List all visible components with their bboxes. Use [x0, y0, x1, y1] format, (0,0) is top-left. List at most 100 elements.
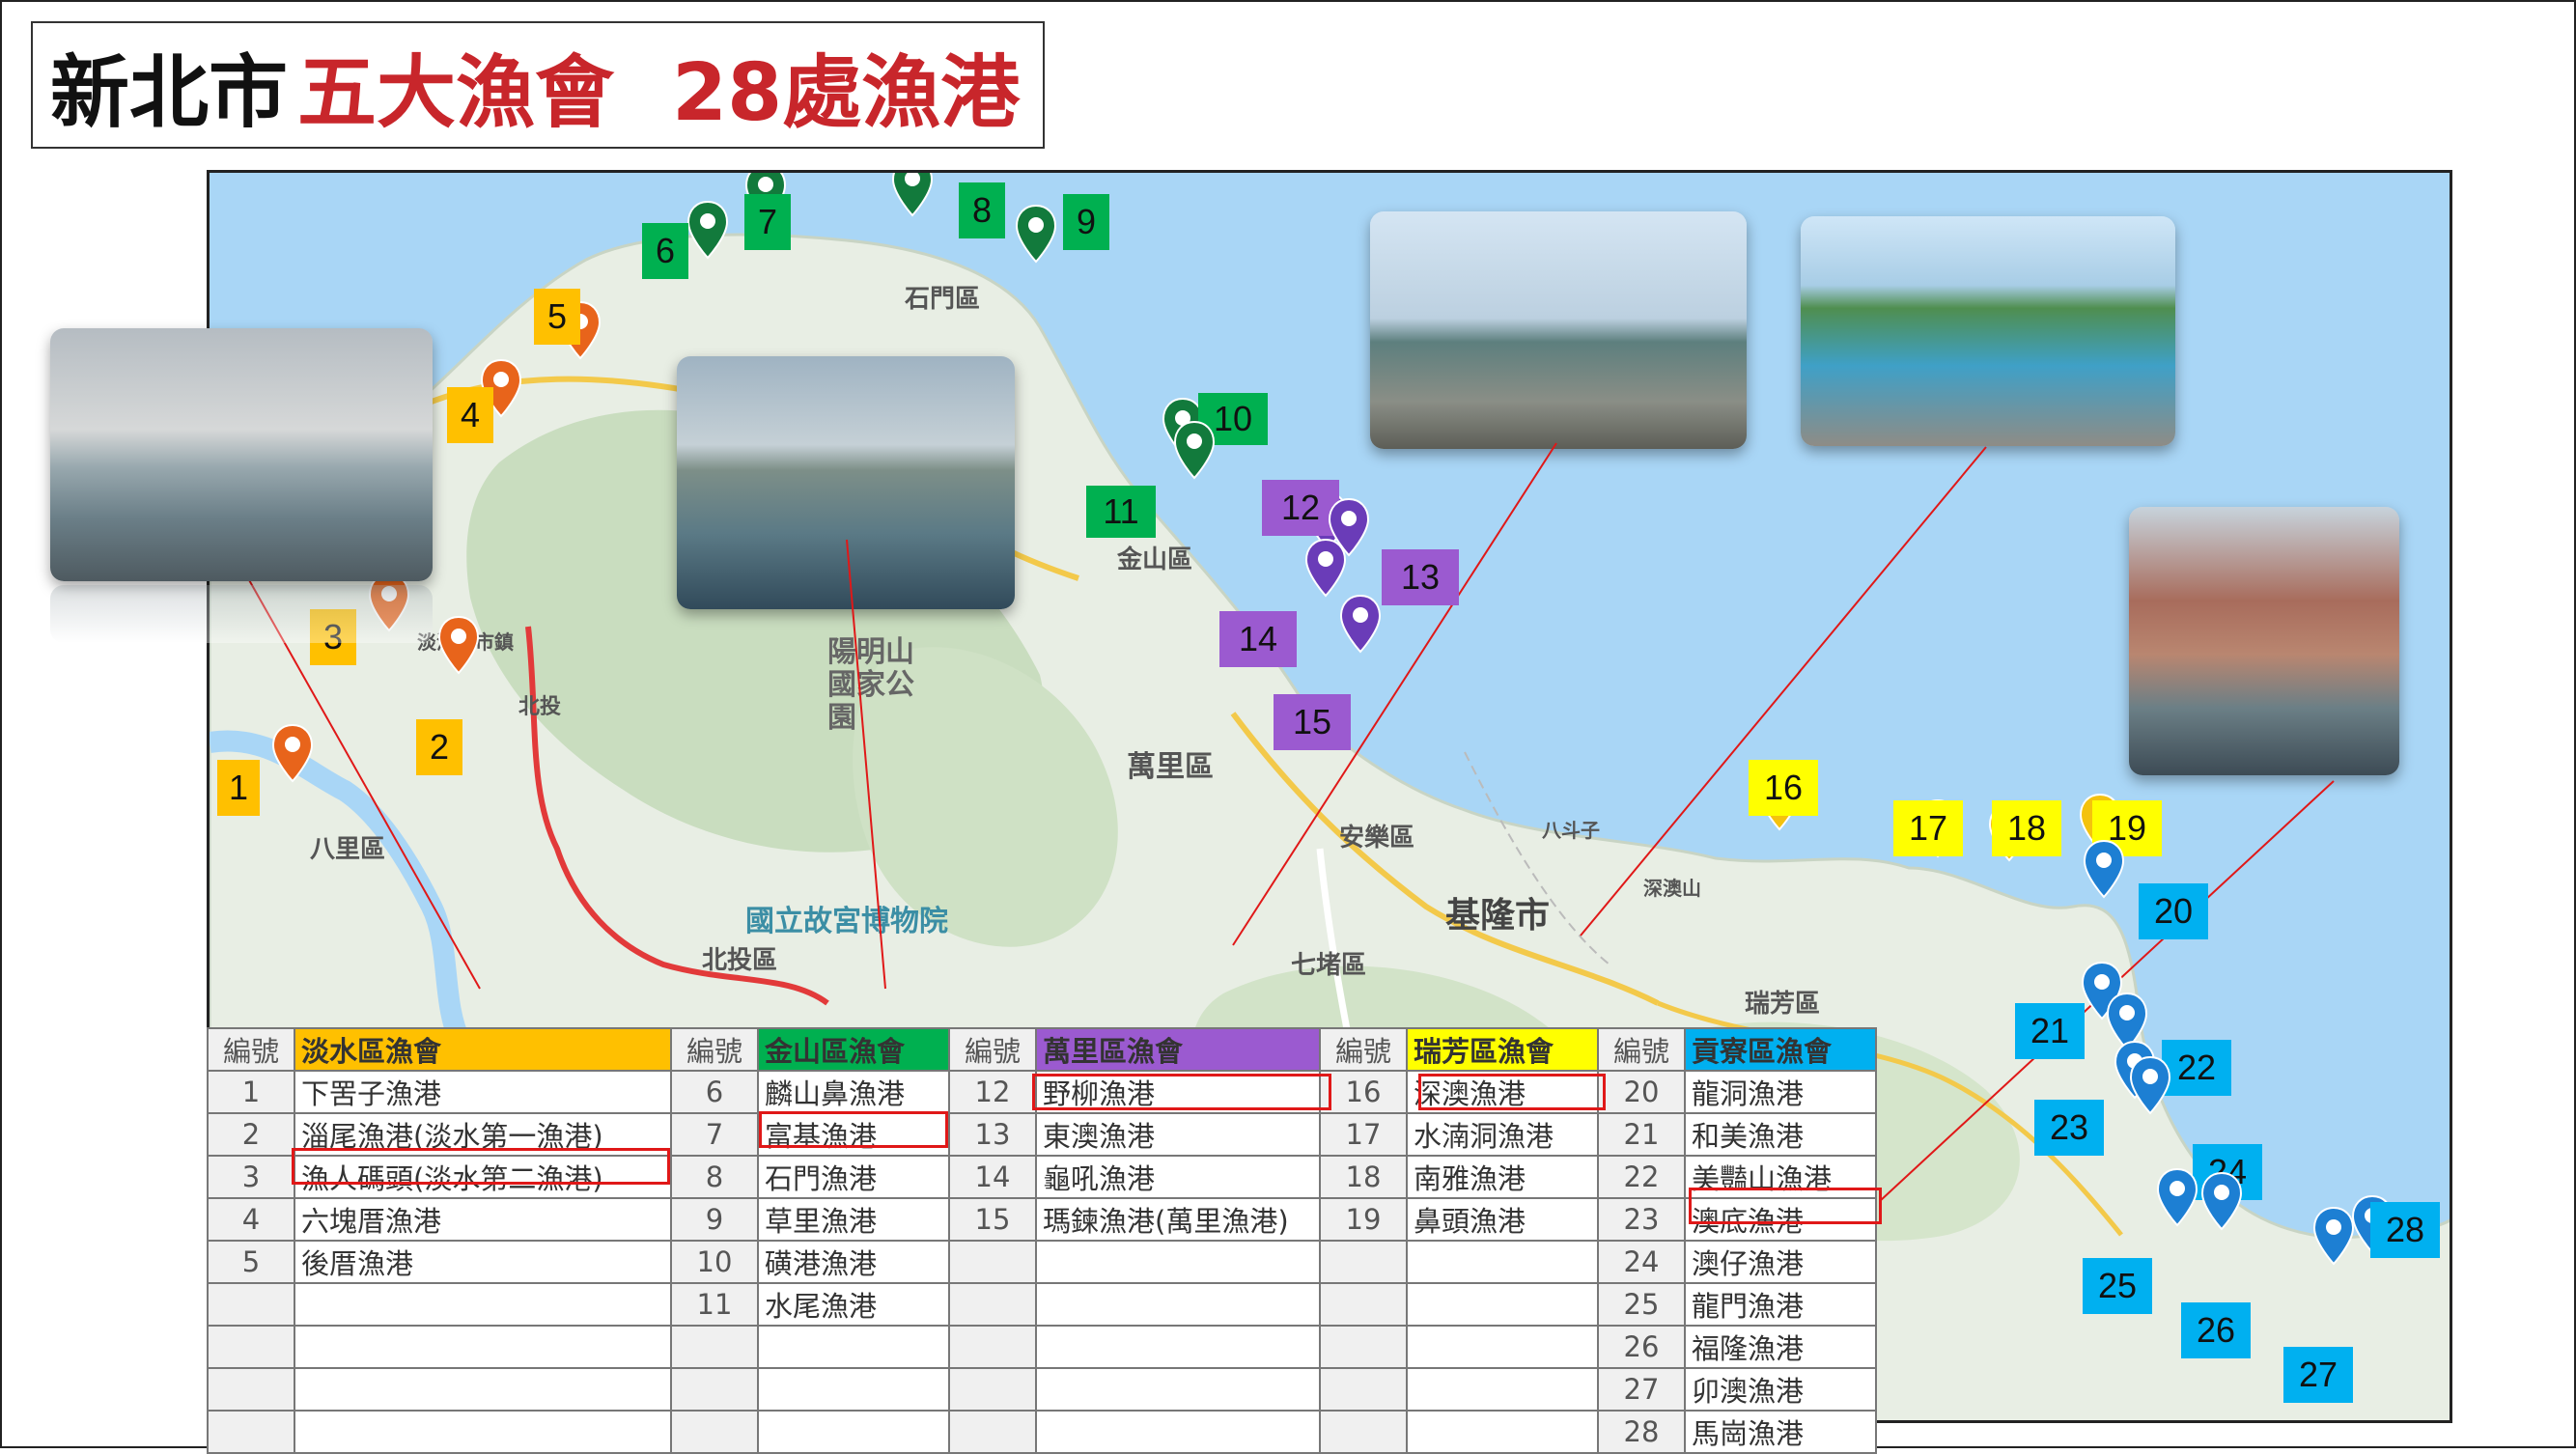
- cell-port-number: 26: [1597, 1325, 1686, 1369]
- port-number-label: 7: [744, 194, 791, 250]
- cell-port-number: 22: [1597, 1155, 1686, 1199]
- cell-port-number: 20: [1597, 1070, 1686, 1114]
- cell-port-name: [1406, 1367, 1599, 1412]
- map-label-beitou-n: 北投: [518, 695, 562, 719]
- cell-port-number: 24: [1597, 1240, 1686, 1284]
- cell-port-number: 4: [207, 1197, 295, 1242]
- map-pin-icon[interactable]: [891, 170, 934, 217]
- port-number-label: 13: [1382, 549, 1459, 605]
- map-label-badouzi: 八斗子: [1542, 819, 1600, 842]
- title-associations: 五大漁會: [297, 46, 615, 139]
- table-row: 28 馬崗漁港: [207, 1410, 1877, 1454]
- cell-port-name: 六塊厝漁港: [294, 1197, 672, 1242]
- harbor-photo-shenao: [1370, 211, 1747, 449]
- cell-port-number: [1319, 1282, 1408, 1327]
- cell-port-number: [207, 1282, 295, 1327]
- cell-port-name: [294, 1325, 672, 1369]
- cell-port-number: [1319, 1367, 1408, 1412]
- col-header-tamsui: 淡水區漁會: [294, 1027, 672, 1072]
- cell-port-name: [294, 1410, 672, 1454]
- col-header-no: 編號: [670, 1027, 759, 1072]
- map-pin-icon[interactable]: [2156, 1167, 2198, 1227]
- map-pin-icon[interactable]: [1304, 538, 1347, 598]
- cell-port-name: [294, 1282, 672, 1327]
- table-row: 5 後厝漁港 10 磺港漁港 24 澳仔漁港: [207, 1240, 1877, 1284]
- cell-port-number: 1: [207, 1070, 295, 1114]
- map-label-jinshan: 金山區: [1117, 545, 1193, 574]
- port-number-label: 4: [447, 387, 493, 443]
- cell-port-number: [207, 1367, 295, 1412]
- port-number-label: 20: [2139, 883, 2208, 939]
- cell-port-name: 水湳洞漁港: [1406, 1112, 1599, 1157]
- port-number-label: 1: [217, 760, 260, 816]
- cell-port-name: 瑪鍊漁港(萬里漁港): [1035, 1197, 1321, 1242]
- cell-port-name: 和美漁港: [1684, 1112, 1877, 1157]
- map-pin-icon[interactable]: [686, 200, 729, 260]
- cell-port-number: [670, 1367, 759, 1412]
- cell-port-number: 14: [948, 1155, 1037, 1199]
- map-pin-icon[interactable]: [2083, 839, 2125, 899]
- cell-port-number: [670, 1325, 759, 1369]
- cell-port-number: 7: [670, 1112, 759, 1157]
- cell-port-number: [948, 1282, 1037, 1327]
- port-number-label: 9: [1063, 194, 1109, 250]
- cell-port-number: [207, 1410, 295, 1454]
- map-pin-icon[interactable]: [2312, 1206, 2355, 1266]
- map-label-wanli: 萬里區: [1127, 750, 1214, 784]
- map-label-shimen: 石門區: [905, 285, 981, 314]
- map-pin-icon[interactable]: [2200, 1171, 2243, 1231]
- port-number-label: 25: [2083, 1258, 2152, 1314]
- map-label-palace-museum: 國立故宮博物院: [745, 905, 948, 938]
- highlight-port-3: [292, 1148, 670, 1185]
- cell-port-number: 25: [1597, 1282, 1686, 1327]
- highlight-port-23: [1689, 1188, 1882, 1224]
- cell-port-number: 17: [1319, 1112, 1408, 1157]
- cell-port-name: 卯澳漁港: [1684, 1367, 1877, 1412]
- cell-port-name: 水尾漁港: [757, 1282, 950, 1327]
- cell-port-number: 6: [670, 1070, 759, 1114]
- cell-port-number: 21: [1597, 1112, 1686, 1157]
- cell-port-name: [757, 1325, 950, 1369]
- cell-port-number: 15: [948, 1197, 1037, 1242]
- port-number-label: 28: [2370, 1202, 2440, 1258]
- cell-port-name: 福隆漁港: [1684, 1325, 1877, 1369]
- cell-port-number: [1319, 1410, 1408, 1454]
- cell-port-name: 馬崗漁港: [1684, 1410, 1877, 1454]
- table-row: 4 六塊厝漁港 9 草里漁港 15 瑪鍊漁港(萬里漁港) 19 鼻頭漁港 23 澳底漁港: [207, 1197, 1877, 1242]
- cell-port-name: 麟山鼻漁港: [757, 1070, 950, 1114]
- cell-port-number: 3: [207, 1155, 295, 1199]
- col-header-no: 編號: [207, 1027, 295, 1072]
- port-number-label: 27: [2283, 1347, 2353, 1403]
- cell-port-name: [1406, 1325, 1599, 1369]
- port-number-label: 18: [1992, 800, 2061, 856]
- table-row: 11 水尾漁港 25 龍門漁港: [207, 1282, 1877, 1327]
- port-number-label: 8: [959, 182, 1005, 238]
- cell-port-number: [1319, 1240, 1408, 1284]
- highlight-port-7: [759, 1111, 948, 1148]
- cell-port-name: [1035, 1282, 1321, 1327]
- port-number-label: 16: [1749, 760, 1818, 816]
- port-number-label: 6: [642, 223, 688, 279]
- cell-port-number: 28: [1597, 1410, 1686, 1454]
- map-pin-icon[interactable]: [271, 723, 314, 783]
- col-header-no: 編號: [948, 1027, 1037, 1072]
- map-pin-icon[interactable]: [1015, 204, 1057, 264]
- cell-port-name: 後厝漁港: [294, 1240, 672, 1284]
- map-pin-icon[interactable]: [1339, 594, 1382, 654]
- map-pin-icon[interactable]: [437, 615, 480, 675]
- port-number-label: 21: [2015, 1003, 2085, 1059]
- map-label-bali: 八里區: [310, 835, 386, 864]
- cell-port-name: [294, 1367, 672, 1412]
- page-title: 新北市 五大漁會 28處漁港: [31, 21, 1045, 149]
- map-pin-icon[interactable]: [1173, 420, 1216, 480]
- harbor-photo-tamsui-reflection: [50, 585, 433, 643]
- port-number-label: 5: [534, 289, 580, 345]
- cell-port-name: 龜吼漁港: [1035, 1155, 1321, 1199]
- cell-port-name: [757, 1410, 950, 1454]
- port-number-label: 26: [2181, 1302, 2251, 1358]
- map-label-ruifang: 瑞芳區: [1745, 990, 1821, 1019]
- col-header-wanli: 萬里區漁會: [1035, 1027, 1321, 1072]
- port-number-label: 17: [1893, 800, 1963, 856]
- map-pin-icon[interactable]: [2129, 1055, 2171, 1115]
- cell-port-name: [1035, 1325, 1321, 1369]
